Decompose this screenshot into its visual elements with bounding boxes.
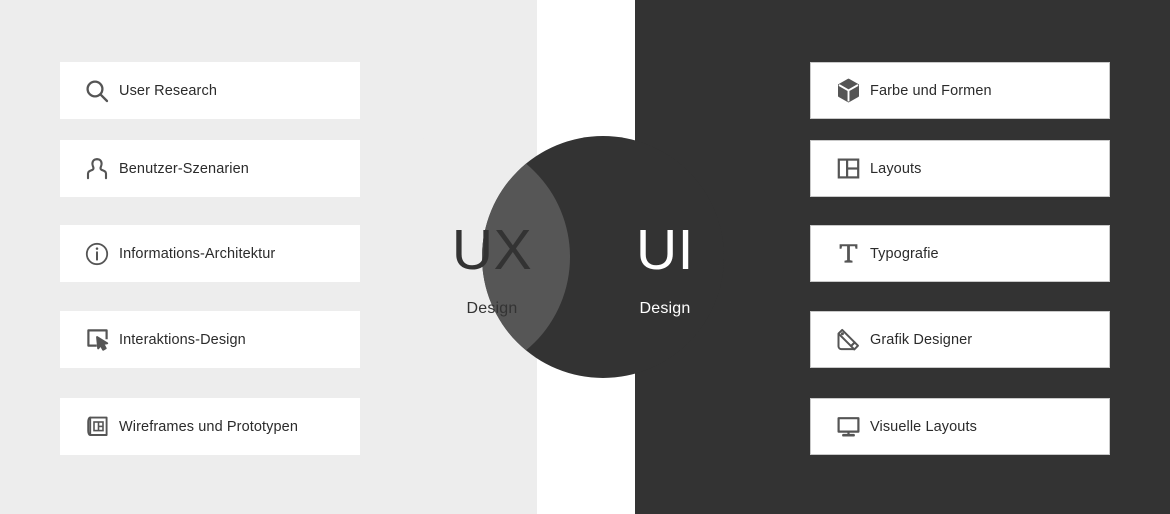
blueprint-icon xyxy=(75,413,119,440)
search-icon xyxy=(75,78,119,104)
ux-title: UX xyxy=(451,218,533,282)
card-layouts[interactable]: Layouts xyxy=(810,140,1110,197)
card-label: Grafik Designer xyxy=(870,331,973,348)
card-typografie[interactable]: Typografie xyxy=(810,225,1110,282)
card-label: Wireframes und Prototypen xyxy=(119,418,298,435)
ux-subtitle: Design xyxy=(466,300,518,317)
card-label: Informations-Architektur xyxy=(119,245,276,262)
info-circle-icon xyxy=(75,241,119,267)
card-benutzer-szenarien[interactable]: Benutzer-Szenarien xyxy=(60,140,360,197)
ui-subtitle: Design xyxy=(639,300,691,317)
card-label: Benutzer-Szenarien xyxy=(119,160,249,177)
infographic-root: UX Design UI Design User Research Benutz… xyxy=(0,0,1170,514)
ui-center-label: UI Design xyxy=(585,222,745,318)
card-label: Layouts xyxy=(870,160,922,177)
color-swatch-icon xyxy=(826,326,870,353)
card-interaktions-design[interactable]: Interaktions-Design xyxy=(60,311,360,368)
card-grafik-designer[interactable]: Grafik Designer xyxy=(810,311,1110,368)
card-farbe-und-formen[interactable]: Farbe und Formen xyxy=(810,62,1110,119)
card-label: Visuelle Layouts xyxy=(870,418,977,435)
layout-grid-icon xyxy=(826,155,870,182)
cube-icon xyxy=(826,77,870,104)
ux-center-label: UX Design xyxy=(412,222,572,318)
monitor-icon xyxy=(826,413,870,440)
user-persona-icon xyxy=(75,156,119,182)
card-user-research[interactable]: User Research xyxy=(60,62,360,119)
card-visuelle-layouts[interactable]: Visuelle Layouts xyxy=(810,398,1110,455)
typography-t-icon xyxy=(826,240,870,267)
card-label: Interaktions-Design xyxy=(119,331,246,348)
card-label: User Research xyxy=(119,82,217,99)
click-pointer-icon xyxy=(75,326,119,353)
card-label: Farbe und Formen xyxy=(870,82,992,99)
card-wireframes-prototypen[interactable]: Wireframes und Prototypen xyxy=(60,398,360,455)
card-label: Typografie xyxy=(870,245,939,262)
ui-title: UI xyxy=(636,218,694,282)
card-informations-architektur[interactable]: Informations-Architektur xyxy=(60,225,360,282)
